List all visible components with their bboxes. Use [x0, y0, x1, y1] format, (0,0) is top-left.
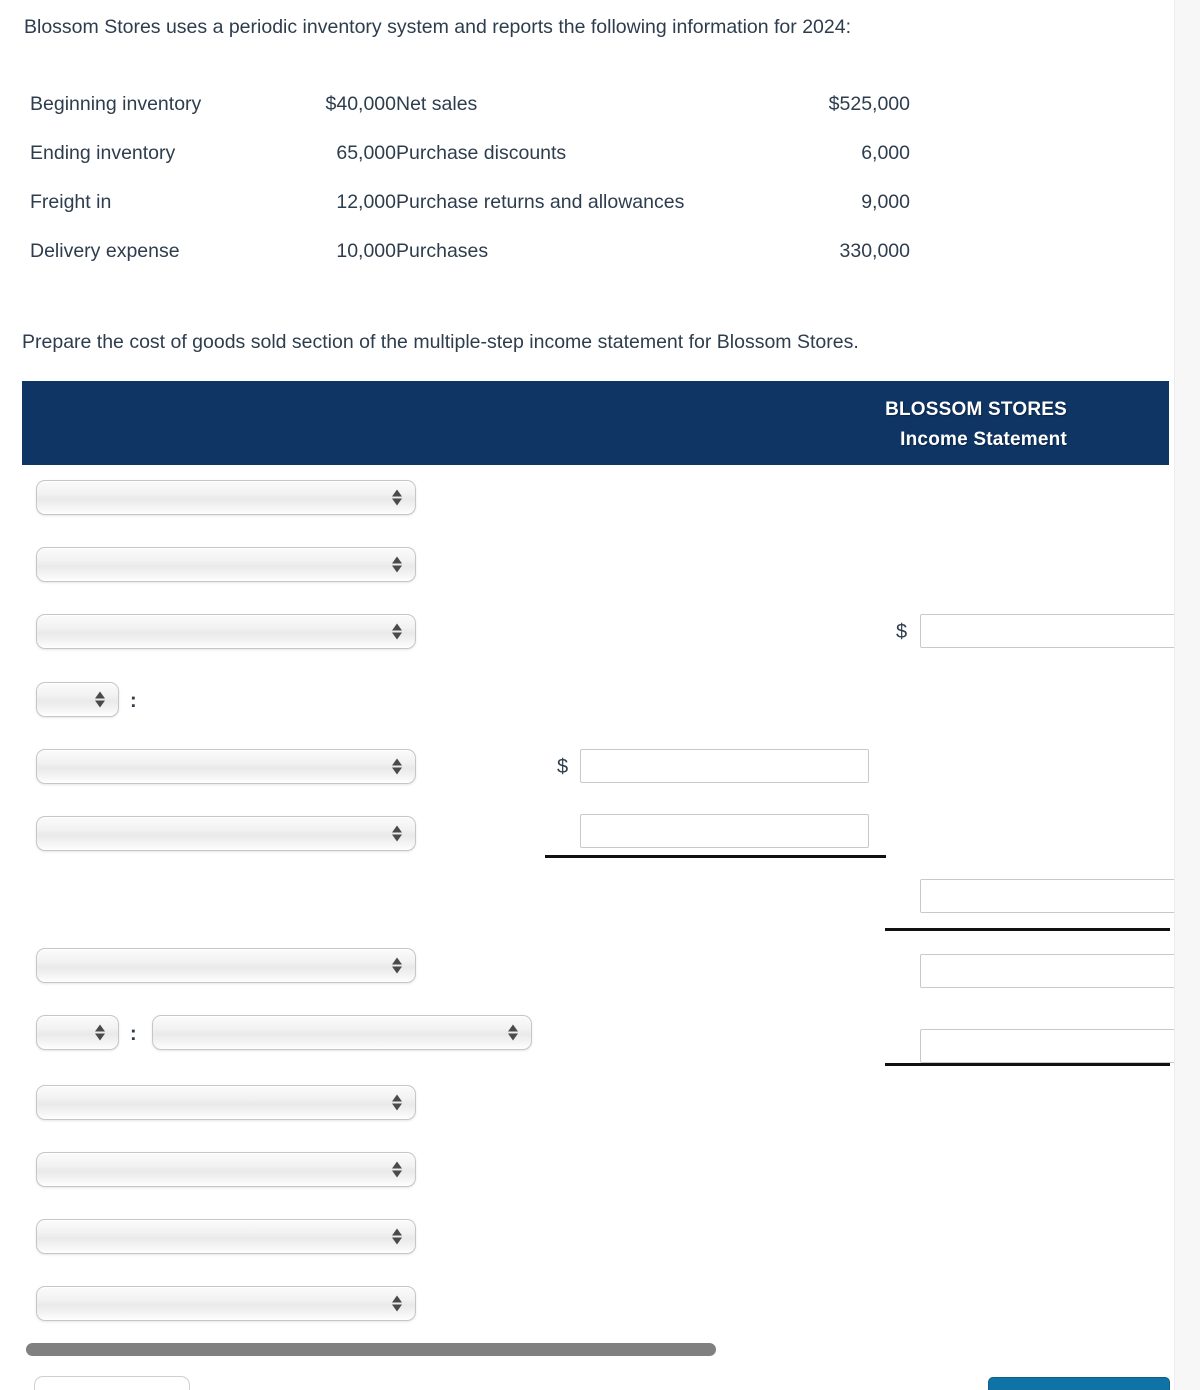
amount-col2-row6[interactable] [580, 814, 869, 848]
subtotal-rule-middle-column [545, 855, 886, 858]
account-select-12[interactable] [36, 1286, 416, 1321]
given-value-net-sales: $525,000 [828, 93, 910, 115]
content-area: Blossom Stores uses a periodic inventory… [0, 0, 1174, 1390]
given-label-net-sales: Net sales [396, 93, 478, 115]
given-data-table: Beginning inventory $40,000 Net sales $5… [30, 80, 910, 276]
account-select-6[interactable] [36, 816, 416, 851]
chevron-updown-icon [507, 1021, 518, 1044]
income-statement-worksheet: $ : $: [0, 465, 1174, 1345]
account-select-11[interactable] [36, 1219, 416, 1254]
amount-col3-row7[interactable] [920, 879, 1174, 913]
account-select-10[interactable] [36, 1152, 416, 1187]
horizontal-scrollbar-thumb[interactable] [26, 1343, 716, 1356]
given-label-freight-in: Freight in [30, 191, 112, 213]
chevron-updown-icon [391, 954, 402, 977]
amount-col2-row5[interactable] [580, 749, 869, 783]
total-rule-right-column [885, 1063, 1170, 1066]
account-select-1[interactable] [36, 480, 416, 515]
chevron-updown-icon [391, 486, 402, 509]
given-label-ending-inventory: Ending inventory [30, 142, 176, 164]
exercise-page: Blossom Stores uses a periodic inventory… [0, 0, 1200, 1390]
question-intro-text: Blossom Stores uses a periodic inventory… [24, 16, 851, 38]
chevron-updown-icon [391, 1158, 402, 1181]
given-value-purchases: 330,000 [839, 240, 911, 262]
given-label-beginning-inventory: Beginning inventory [30, 93, 202, 115]
account-select-8a[interactable] [36, 1015, 119, 1050]
given-value-delivery-expense: 10,000 [336, 240, 396, 262]
currency-symbol-col3-row3: $ [896, 621, 908, 643]
currency-symbol-col2-row5: $ [557, 756, 569, 778]
account-select-4a[interactable] [36, 682, 119, 717]
banner-title-block: BLOSSOM STORES Income Statement [885, 395, 1067, 455]
given-value-beginning-inventory: $40,000 [325, 93, 397, 115]
label-colon-row4: : [130, 690, 137, 712]
table-row: Beginning inventory $40,000 Net sales $5… [30, 80, 910, 129]
question-task-text: Prepare the cost of goods sold section o… [22, 331, 859, 353]
chevron-updown-icon [391, 1292, 402, 1315]
footer-partial-input[interactable] [34, 1376, 190, 1390]
table-row: Delivery expense 10,000 Purchases 330,00… [30, 227, 910, 276]
account-select-2[interactable] [36, 547, 416, 582]
given-label-purchases: Purchases [396, 240, 489, 262]
company-name: BLOSSOM STORES [885, 399, 1067, 420]
given-label-purchase-discounts: Purchase discounts [396, 142, 567, 164]
chevron-updown-icon [94, 688, 105, 711]
table-row: Freight in 12,000 Purchase returns and a… [30, 178, 910, 227]
submit-answer-button[interactable] [988, 1377, 1170, 1390]
account-select-7[interactable] [36, 948, 416, 983]
account-select-3[interactable] [36, 614, 416, 649]
chevron-updown-icon [94, 1021, 105, 1044]
amount-col3-row8[interactable] [920, 954, 1174, 988]
account-select-8b[interactable] [152, 1015, 532, 1050]
amount-col3-row9[interactable] [920, 1029, 1174, 1063]
chevron-updown-icon [391, 1091, 402, 1114]
page-right-gutter [1174, 0, 1200, 1390]
account-select-5[interactable] [36, 749, 416, 784]
amount-col3-row3[interactable] [920, 614, 1174, 648]
account-select-9[interactable] [36, 1085, 416, 1120]
given-label-purchase-returns: Purchase returns and allowances [396, 191, 685, 213]
given-value-purchase-discounts: 6,000 [861, 142, 910, 164]
label-colon-row9: : [130, 1023, 137, 1045]
table-row: Ending inventory 65,000 Purchase discoun… [30, 129, 910, 178]
given-value-freight-in: 12,000 [336, 191, 396, 213]
chevron-updown-icon [391, 1225, 402, 1248]
given-value-ending-inventory: 65,000 [336, 142, 396, 164]
statement-title: Income Statement [900, 429, 1067, 450]
chevron-updown-icon [391, 755, 402, 778]
chevron-updown-icon [391, 620, 402, 643]
subtotal-rule-right-column-1 [885, 928, 1170, 931]
chevron-updown-icon [391, 822, 402, 845]
given-value-purchase-returns: 9,000 [861, 191, 910, 213]
statement-header-banner: BLOSSOM STORES Income Statement [22, 381, 1169, 465]
given-label-delivery-expense: Delivery expense [30, 240, 180, 262]
chevron-updown-icon [391, 553, 402, 576]
